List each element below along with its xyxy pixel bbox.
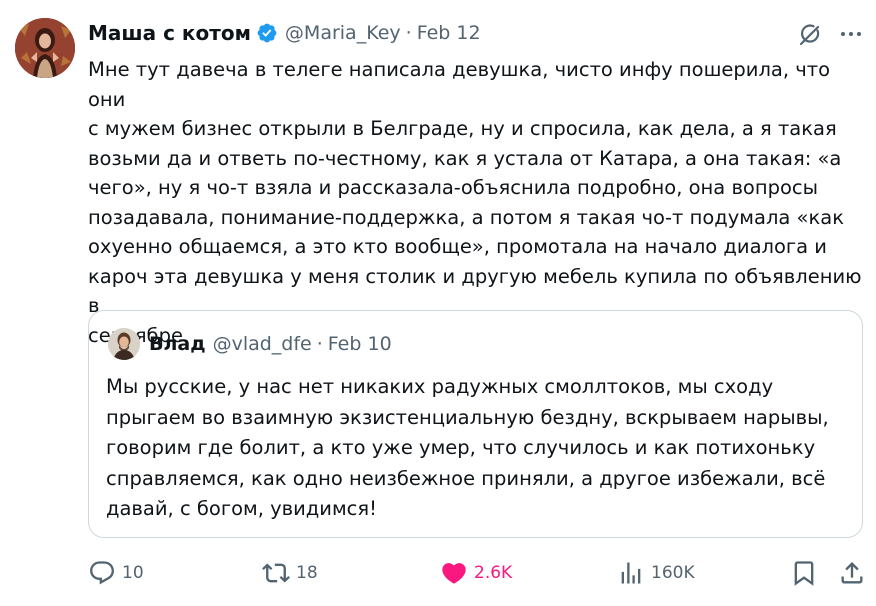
quoted-author-name: Влад <box>149 333 206 355</box>
reply-icon <box>88 559 116 587</box>
quoted-author-avatar[interactable] <box>108 328 140 360</box>
tweet-date[interactable]: Feb 12 <box>417 22 481 44</box>
reply-count: 10 <box>122 563 144 583</box>
quoted-tweet-header: Влад @vlad_dfe · Feb 10 <box>149 331 392 357</box>
views-button[interactable]: 160K <box>617 556 695 590</box>
heart-icon <box>440 559 468 587</box>
reply-button[interactable]: 10 <box>88 556 144 590</box>
tweet-actions-bar: 10 18 2.6K 160K <box>0 556 876 590</box>
quoted-avatar-image <box>108 328 140 360</box>
author-avatar[interactable] <box>15 18 75 78</box>
quoted-author-handle: @vlad_dfe <box>212 333 312 355</box>
repost-button[interactable]: 18 <box>262 556 318 590</box>
author-name[interactable]: Маша с котом <box>88 21 251 45</box>
grok-icon[interactable] <box>797 20 825 48</box>
share-button[interactable] <box>838 556 866 590</box>
author-avatar-image <box>15 18 75 78</box>
views-count: 160K <box>651 563 695 583</box>
tweet-header: Маша с котом @Maria_Key · Feb 12 <box>88 19 481 47</box>
tweet[interactable]: Маша с котом @Maria_Key · Feb 12 Мне тут… <box>0 0 876 606</box>
quoted-tweet[interactable]: Влад @vlad_dfe · Feb 10 Мы русские, у на… <box>88 310 863 538</box>
views-chart-icon <box>617 559 645 587</box>
quoted-header-separator: · <box>316 333 323 355</box>
header-separator: · <box>405 22 412 44</box>
tweet-text: Мне тут давеча в телеге написала девушка… <box>88 58 862 347</box>
like-count: 2.6K <box>474 563 513 583</box>
more-dots-icon[interactable] <box>836 20 866 48</box>
quoted-tweet-text: Мы русские, у нас нет никаких радужных с… <box>106 375 829 520</box>
quoted-tweet-date: Feb 10 <box>327 333 392 355</box>
share-icon <box>838 559 866 587</box>
verified-badge-icon[interactable] <box>256 22 278 44</box>
repost-count: 18 <box>296 563 318 583</box>
repost-icon <box>262 559 290 587</box>
bookmark-icon <box>790 559 818 587</box>
like-button[interactable]: 2.6K <box>440 556 512 590</box>
bookmark-button[interactable] <box>790 556 818 590</box>
author-handle[interactable]: @Maria_Key <box>285 22 401 44</box>
